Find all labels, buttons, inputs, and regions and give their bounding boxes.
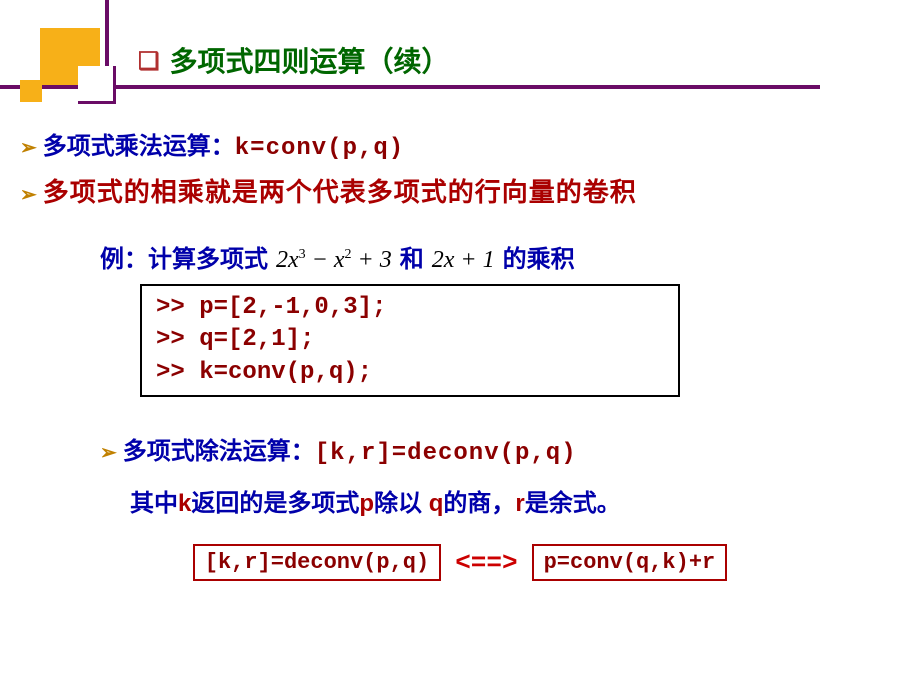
desc-p: p (359, 490, 374, 517)
desc-t3: 除以 (374, 490, 429, 517)
title-bullet-icon: ❑ (138, 48, 160, 75)
deco-square-small (20, 80, 42, 102)
deco-square-white (78, 66, 116, 104)
deco-square-big (40, 28, 100, 88)
math-expr-2: 2x + 1 (432, 247, 495, 274)
example-row: 例：计算多项式 2x3 − x2 + 3 和 2x + 1 的乘积 (100, 239, 900, 274)
bullet-multiply: ➢ 多项式乘法运算： k=conv(p,q) (20, 126, 900, 162)
example-post: 的乘积 (503, 239, 575, 274)
equiv-arrow-icon: <==> (455, 548, 517, 578)
equiv-row: [k,r]=deconv(p,q) <==> p=conv(q,k)+r (20, 544, 900, 581)
arrow-icon: ➢ (20, 135, 37, 160)
bullet-divide: ➢ 多项式除法运算： [k,r]=deconv(p,q) (100, 431, 900, 467)
deco-vbar (105, 0, 109, 102)
equiv-right: p=conv(q,k)+r (532, 544, 728, 581)
equiv-left: [k,r]=deconv(p,q) (193, 544, 441, 581)
divide-code: [k,r]=deconv(p,q) (315, 440, 577, 467)
arrow-icon: ➢ (20, 182, 37, 207)
desc-t2: 返回的是多项式 (191, 490, 359, 517)
divide-desc: 其中k返回的是多项式p除以 q的商，r是余式。 (130, 483, 900, 518)
example-pre: 例：计算多项式 (100, 239, 268, 274)
example-mid: 和 (400, 239, 424, 274)
desc-t4: 的商， (443, 490, 515, 517)
deco-hbar (0, 85, 820, 89)
desc-t5: 是余式。 (525, 490, 621, 517)
title-text: 多项式四则运算（续） (170, 46, 450, 77)
multiply-label: 多项式乘法运算： (43, 126, 235, 161)
convolution-text: 多项式的相乘就是两个代表多项式的行向量的卷积 (43, 172, 637, 209)
multiply-code: k=conv(p,q) (235, 135, 404, 162)
desc-q: q (429, 490, 444, 517)
arrow-icon: ➢ (100, 440, 117, 465)
code-block: >> p=[2,-1,0,3]; >> q=[2,1]; >> k=conv(p… (140, 284, 680, 397)
desc-k: k (178, 490, 191, 517)
desc-r: r (515, 490, 524, 517)
divide-label: 多项式除法运算： (123, 431, 315, 466)
desc-t1: 其中 (130, 490, 178, 517)
slide-content: ➢ 多项式乘法运算： k=conv(p,q) ➢ 多项式的相乘就是两个代表多项式… (0, 120, 920, 581)
slide-title: ❑ 多项式四则运算（续） (138, 40, 450, 80)
bullet-convolution: ➢ 多项式的相乘就是两个代表多项式的行向量的卷积 (20, 172, 900, 209)
math-expr-1: 2x3 − x2 + 3 (276, 247, 392, 274)
